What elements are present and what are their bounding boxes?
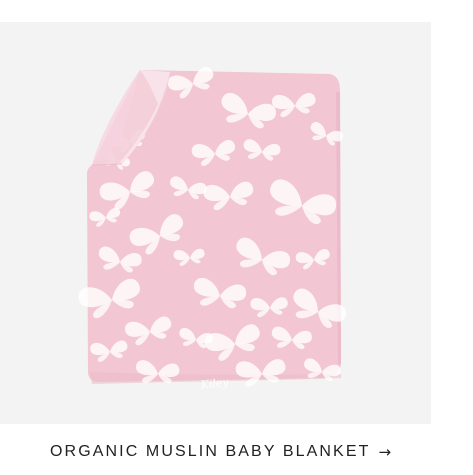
product-title: ORGANIC MUSLIN BABY BLANKET xyxy=(50,443,371,460)
product-title-link[interactable]: ORGANIC MUSLIN BABY BLANKET → xyxy=(50,440,391,464)
product-image[interactable]: Kiley xyxy=(0,22,431,424)
blanket-illustration: Kiley xyxy=(76,63,350,392)
personalization-monogram: Kiley xyxy=(199,376,230,392)
product-card[interactable]: Kiley ORGANIC MUSLIN BABY BLANKET → xyxy=(0,0,473,475)
arrow-right-icon: → xyxy=(378,442,392,461)
